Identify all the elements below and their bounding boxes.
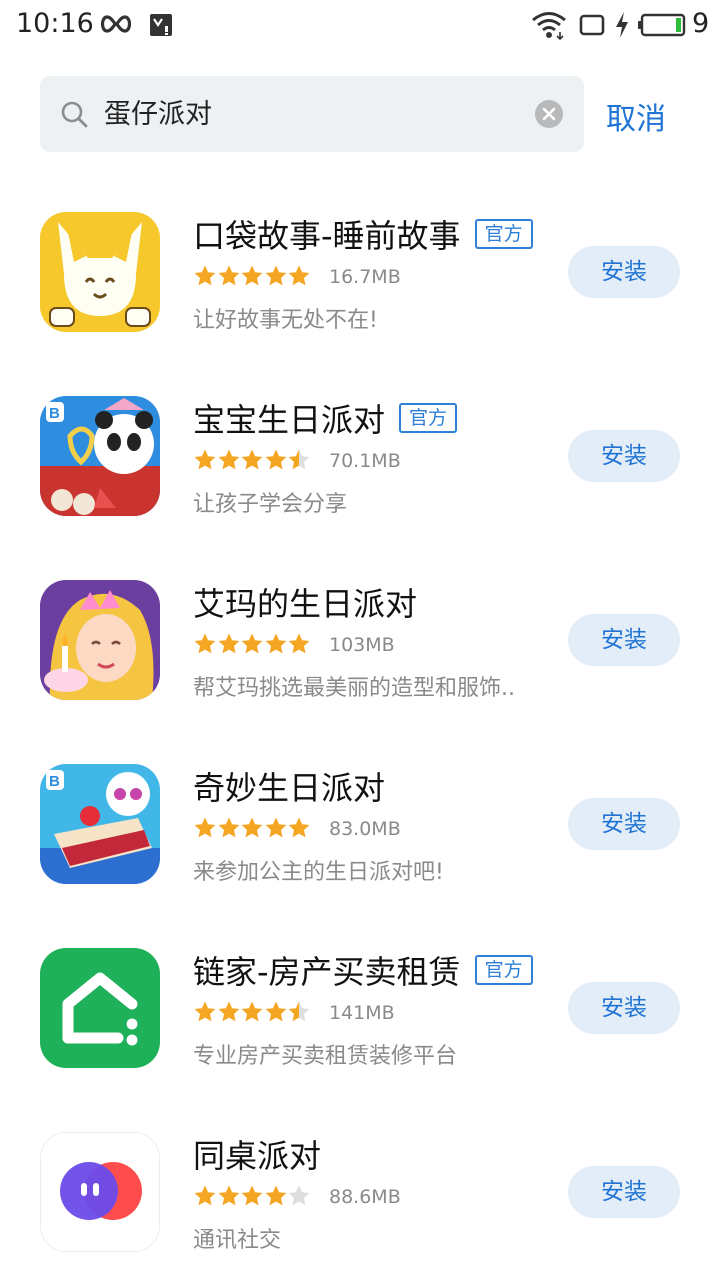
app-description: 来参加公主的生日派对吧! xyxy=(193,860,444,885)
install-button[interactable]: 安装 xyxy=(568,982,680,1034)
star-icon-full xyxy=(218,633,239,654)
app-icon-emma-party[interactable] xyxy=(40,580,160,700)
app-description: 让好故事无处不在! xyxy=(193,308,378,333)
official-badge: 官方 xyxy=(474,219,533,249)
star-icon-full xyxy=(194,817,216,838)
app-size: 88.6MB xyxy=(329,1186,401,1208)
star-icon-full xyxy=(288,265,310,286)
star-icon-full xyxy=(218,265,239,286)
star-icon-full xyxy=(194,1001,216,1022)
app-size: 83.0MB xyxy=(329,818,401,840)
star-icon-full xyxy=(241,1001,263,1022)
install-button[interactable]: 安装 xyxy=(568,614,680,666)
star-icon-empty xyxy=(288,1185,310,1206)
app-icon-tongzhuo[interactable] xyxy=(40,1132,160,1252)
list-item[interactable]: B 奇妙生日派对 83.0MB 来参加公主的生日派对吧! 安装 xyxy=(0,732,720,916)
star-icon-full xyxy=(218,1185,239,1206)
app-list: 口袋故事-睡前故事 官方 16.7MB 让好故事无处不在! 安装 B 宝宝生日派… xyxy=(0,180,720,1284)
star-icon-full xyxy=(241,449,263,470)
battery-icon xyxy=(638,13,686,37)
app-name: 奇妙生日派对 xyxy=(193,769,386,807)
app-name: 链家-房产买卖租赁 官方 xyxy=(193,950,533,994)
status-time: 10:16 xyxy=(16,8,94,39)
list-item[interactable]: 同桌派对 88.6MB 通讯社交 安装 xyxy=(0,1100,720,1284)
screen-icon xyxy=(579,14,605,36)
star-icon-full xyxy=(241,1185,263,1206)
star-icon-full xyxy=(241,633,263,654)
app-icon-qimiao-party[interactable]: B xyxy=(40,764,160,884)
star-icon-full xyxy=(288,817,310,838)
star-icon-half xyxy=(288,449,310,470)
app-icon-lianjia[interactable] xyxy=(40,948,160,1068)
official-badge: 官方 xyxy=(474,955,533,985)
notification-icon xyxy=(150,14,172,36)
star-icon-full xyxy=(194,265,216,286)
status-bar: 10:16 9 xyxy=(0,0,720,50)
search-bar[interactable] xyxy=(40,76,584,152)
app-description: 专业房产买卖租赁装修平台 xyxy=(193,1044,458,1069)
app-icon-baobao-party[interactable]: B xyxy=(40,396,160,516)
install-button[interactable]: 安装 xyxy=(568,798,680,850)
app-name: 同桌派对 xyxy=(193,1137,322,1175)
app-size: 141MB xyxy=(329,1002,395,1024)
star-icon-full xyxy=(218,449,239,470)
app-description: 通讯社交 xyxy=(193,1228,282,1253)
list-item[interactable]: 艾玛的生日派对 103MB 帮艾玛挑选最美丽的造型和服饰.. 安装 xyxy=(0,548,720,732)
app-size: 16.7MB xyxy=(329,266,401,288)
official-badge: 官方 xyxy=(399,403,458,433)
app-description: 让孩子学会分享 xyxy=(193,492,348,517)
svg-text:B: B xyxy=(49,405,60,422)
list-item[interactable]: B 宝宝生日派对 官方 70.1MB 让孩子学会分享 安装 xyxy=(0,364,720,548)
battery-level: 9 xyxy=(692,8,710,39)
svg-text:B: B xyxy=(49,773,60,790)
search-icon xyxy=(61,101,88,128)
app-name: 宝宝生日派对 官方 xyxy=(193,398,458,442)
star-icon-full xyxy=(265,1185,286,1206)
star-icon-full xyxy=(241,817,263,838)
app-size: 103MB xyxy=(329,634,395,656)
star-icon-full xyxy=(218,817,239,838)
install-button[interactable]: 安装 xyxy=(568,1166,680,1218)
cancel-button[interactable]: 取消 xyxy=(606,94,696,137)
star-icon-full xyxy=(265,817,286,838)
app-name: 艾玛的生日派对 xyxy=(193,585,418,623)
infinity-icon xyxy=(100,15,132,33)
star-icon-full xyxy=(265,265,286,286)
star-icon-full xyxy=(194,633,216,654)
star-icon-half xyxy=(288,1001,310,1022)
star-icon-full xyxy=(194,449,216,470)
star-icon-full xyxy=(265,1001,286,1022)
wifi-icon xyxy=(532,12,566,40)
star-icon-full xyxy=(241,265,263,286)
app-icon-koudai[interactable] xyxy=(40,212,160,332)
clear-icon[interactable] xyxy=(534,99,564,129)
star-icon-full xyxy=(194,1185,216,1206)
search-input[interactable] xyxy=(102,92,506,138)
charging-icon xyxy=(616,12,628,38)
star-icon-full xyxy=(218,1001,239,1022)
install-button[interactable]: 安装 xyxy=(568,430,680,482)
star-icon-full xyxy=(265,633,286,654)
app-name: 口袋故事-睡前故事 官方 xyxy=(193,214,533,258)
list-item[interactable]: 口袋故事-睡前故事 官方 16.7MB 让好故事无处不在! 安装 xyxy=(0,180,720,364)
star-icon-full xyxy=(265,449,286,470)
list-item[interactable]: 链家-房产买卖租赁 官方 141MB 专业房产买卖租赁装修平台 安装 xyxy=(0,916,720,1100)
install-button[interactable]: 安装 xyxy=(568,246,680,298)
star-icon-full xyxy=(288,633,310,654)
app-size: 70.1MB xyxy=(329,450,401,472)
app-description: 帮艾玛挑选最美丽的造型和服饰.. xyxy=(193,676,515,701)
